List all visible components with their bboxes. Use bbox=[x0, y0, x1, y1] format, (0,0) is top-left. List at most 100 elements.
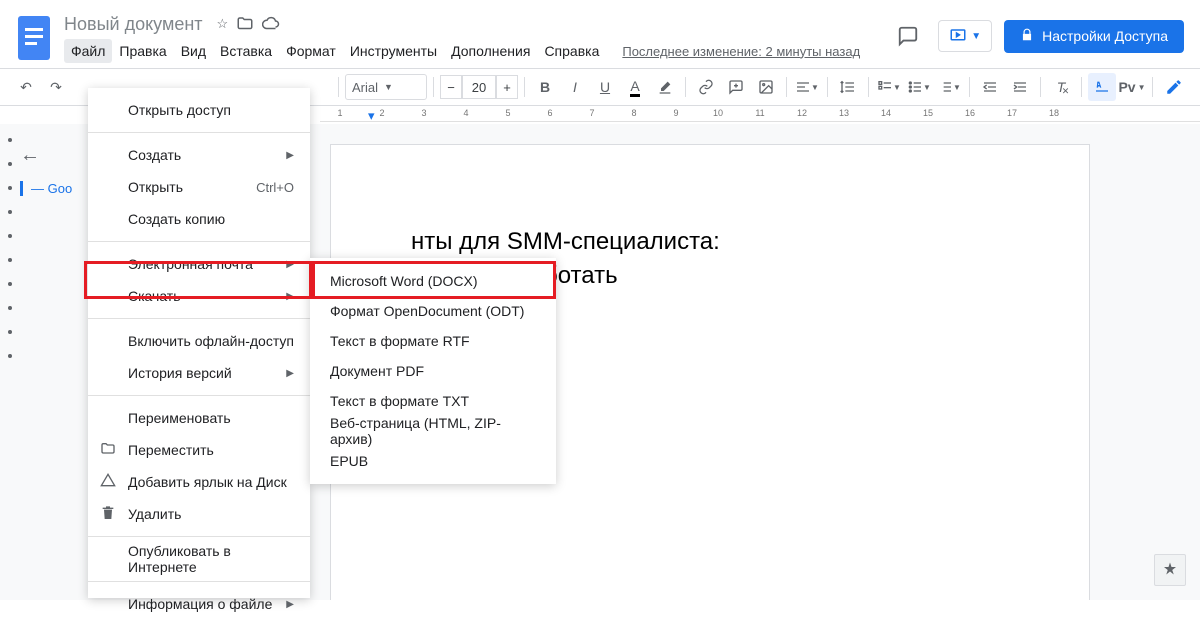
explore-button[interactable] bbox=[1154, 554, 1186, 586]
bold-button[interactable]: B bbox=[531, 73, 559, 101]
menu-help[interactable]: Справка bbox=[537, 39, 606, 63]
italic-button[interactable]: I bbox=[561, 73, 589, 101]
side-marker bbox=[8, 354, 12, 358]
ruler-number: 14 bbox=[881, 108, 891, 118]
menu-tools[interactable]: Инструменты bbox=[343, 39, 444, 63]
si-label: Microsoft Word (DOCX) bbox=[330, 273, 478, 289]
ruler-number: 13 bbox=[839, 108, 849, 118]
download-txt[interactable]: Текст в формате TXT bbox=[310, 386, 556, 416]
menu-file[interactable]: Файл bbox=[64, 39, 112, 63]
mi-label: Опубликовать в Интернете bbox=[128, 543, 294, 575]
file-menu-info[interactable]: Информация о файле▶ bbox=[88, 588, 310, 620]
menu-addons[interactable]: Дополнения bbox=[444, 39, 537, 63]
present-button[interactable]: ▼ bbox=[938, 20, 992, 52]
menu-format[interactable]: Формат bbox=[279, 39, 343, 63]
download-docx[interactable]: Microsoft Word (DOCX) bbox=[310, 266, 556, 296]
file-menu-add-shortcut[interactable]: Добавить ярлык на Диск bbox=[88, 466, 310, 498]
highlight-button[interactable] bbox=[651, 73, 679, 101]
toolbar-separator bbox=[524, 77, 525, 97]
file-menu-email[interactable]: Электронная почта▶ bbox=[88, 248, 310, 280]
undo-button[interactable]: ↶ bbox=[12, 73, 40, 101]
file-menu-version-history[interactable]: История версий▶ bbox=[88, 357, 310, 389]
file-menu-delete[interactable]: Удалить bbox=[88, 498, 310, 530]
ruler-number: 7 bbox=[589, 108, 594, 118]
file-menu-make-copy[interactable]: Создать копию bbox=[88, 203, 310, 235]
ruler[interactable]: ▾ 123456789101112131415161718 bbox=[320, 106, 1200, 122]
menubar: Файл Правка Вид Вставка Формат Инструмен… bbox=[64, 38, 890, 64]
side-marker bbox=[8, 186, 12, 190]
submenu-arrow-icon: ▶ bbox=[286, 368, 294, 379]
download-pdf[interactable]: Документ PDF bbox=[310, 356, 556, 386]
menu-divider bbox=[88, 241, 310, 242]
text-color-button[interactable]: A bbox=[621, 73, 649, 101]
download-epub[interactable]: EPUB bbox=[310, 446, 556, 476]
move-folder-icon[interactable] bbox=[236, 15, 254, 33]
menu-divider bbox=[88, 536, 310, 537]
checklist-button[interactable]: ▼ bbox=[875, 73, 903, 101]
ruler-number: 8 bbox=[631, 108, 636, 118]
file-menu-offline[interactable]: Включить офлайн-доступ bbox=[88, 325, 310, 357]
insert-link-button[interactable] bbox=[692, 73, 720, 101]
editing-mode-button[interactable] bbox=[1160, 73, 1188, 101]
align-button[interactable]: ▼ bbox=[793, 73, 821, 101]
font-size-decrease[interactable]: − bbox=[440, 75, 462, 99]
mi-label: Создать bbox=[128, 147, 181, 163]
file-menu-move[interactable]: Переместить bbox=[88, 434, 310, 466]
file-menu-publish[interactable]: Опубликовать в Интернете bbox=[88, 543, 310, 575]
bullet-list-button[interactable]: ▼ bbox=[905, 73, 933, 101]
clear-formatting-button[interactable]: T✕ bbox=[1047, 73, 1075, 101]
ruler-number: 2 bbox=[379, 108, 384, 118]
font-family-select[interactable]: Arial ▼ bbox=[345, 74, 427, 100]
line-spacing-button[interactable] bbox=[834, 73, 862, 101]
menu-divider bbox=[88, 581, 310, 582]
file-menu-open[interactable]: ОткрытьCtrl+O bbox=[88, 171, 310, 203]
download-odt[interactable]: Формат OpenDocument (ODT) bbox=[310, 296, 556, 326]
cloud-status-icon[interactable] bbox=[262, 15, 280, 33]
indent-decrease-button[interactable] bbox=[976, 73, 1004, 101]
ruler-number: 9 bbox=[673, 108, 678, 118]
indent-marker-icon[interactable]: ▾ bbox=[368, 108, 375, 122]
ruler-number: 6 bbox=[547, 108, 552, 118]
toolbar-separator bbox=[969, 77, 970, 97]
format-options-button[interactable]: Pv▼ bbox=[1118, 73, 1146, 101]
side-marker bbox=[8, 330, 12, 334]
file-menu-share[interactable]: Открыть доступ bbox=[88, 94, 310, 126]
drive-shortcut-icon bbox=[100, 473, 116, 492]
input-tools-button[interactable] bbox=[1088, 73, 1116, 101]
menu-insert[interactable]: Вставка bbox=[213, 39, 279, 63]
numbered-list-button[interactable]: ▼ bbox=[935, 73, 963, 101]
star-icon[interactable]: ☆ bbox=[217, 16, 229, 32]
file-menu-download[interactable]: Скачать▶ bbox=[88, 280, 310, 312]
indent-increase-button[interactable] bbox=[1006, 73, 1034, 101]
si-label: Веб-страница (HTML, ZIP-архив) bbox=[330, 415, 536, 447]
file-menu-new[interactable]: Создать▶ bbox=[88, 139, 310, 171]
redo-button[interactable]: ↷ bbox=[42, 73, 70, 101]
ruler-number: 16 bbox=[965, 108, 975, 118]
download-submenu: Microsoft Word (DOCX) Формат OpenDocumen… bbox=[310, 258, 556, 484]
folder-move-icon bbox=[100, 441, 116, 460]
file-menu-rename[interactable]: Переименовать bbox=[88, 402, 310, 434]
outline-collapse-icon[interactable]: ← bbox=[20, 144, 90, 167]
si-label: EPUB bbox=[330, 453, 368, 469]
comments-icon[interactable] bbox=[890, 18, 926, 54]
last-edit-link[interactable]: Последнее изменение: 2 минуты назад bbox=[622, 44, 860, 59]
menu-view[interactable]: Вид bbox=[174, 39, 213, 63]
font-size-increase[interactable]: + bbox=[496, 75, 518, 99]
format-label: Pv bbox=[1118, 79, 1135, 95]
title-row: Новый документ ☆ bbox=[64, 10, 890, 38]
document-title[interactable]: Новый документ bbox=[64, 14, 203, 35]
outline-heading-item[interactable]: — Goo bbox=[20, 181, 90, 196]
download-rtf[interactable]: Текст в формате RTF bbox=[310, 326, 556, 356]
menu-edit[interactable]: Правка bbox=[112, 39, 173, 63]
insert-image-button[interactable] bbox=[752, 73, 780, 101]
insert-comment-button[interactable] bbox=[722, 73, 750, 101]
share-button[interactable]: Настройки Доступа bbox=[1004, 20, 1184, 53]
font-size-value[interactable]: 20 bbox=[462, 75, 496, 99]
download-html[interactable]: Веб-страница (HTML, ZIP-архив) bbox=[310, 416, 556, 446]
si-label: Формат OpenDocument (ODT) bbox=[330, 303, 524, 319]
underline-button[interactable]: U bbox=[591, 73, 619, 101]
docs-logo-icon[interactable] bbox=[16, 14, 52, 62]
ruler-number: 18 bbox=[1049, 108, 1059, 118]
heading-line1: нты для SMM-специалиста: bbox=[411, 228, 720, 255]
menu-divider bbox=[88, 318, 310, 319]
